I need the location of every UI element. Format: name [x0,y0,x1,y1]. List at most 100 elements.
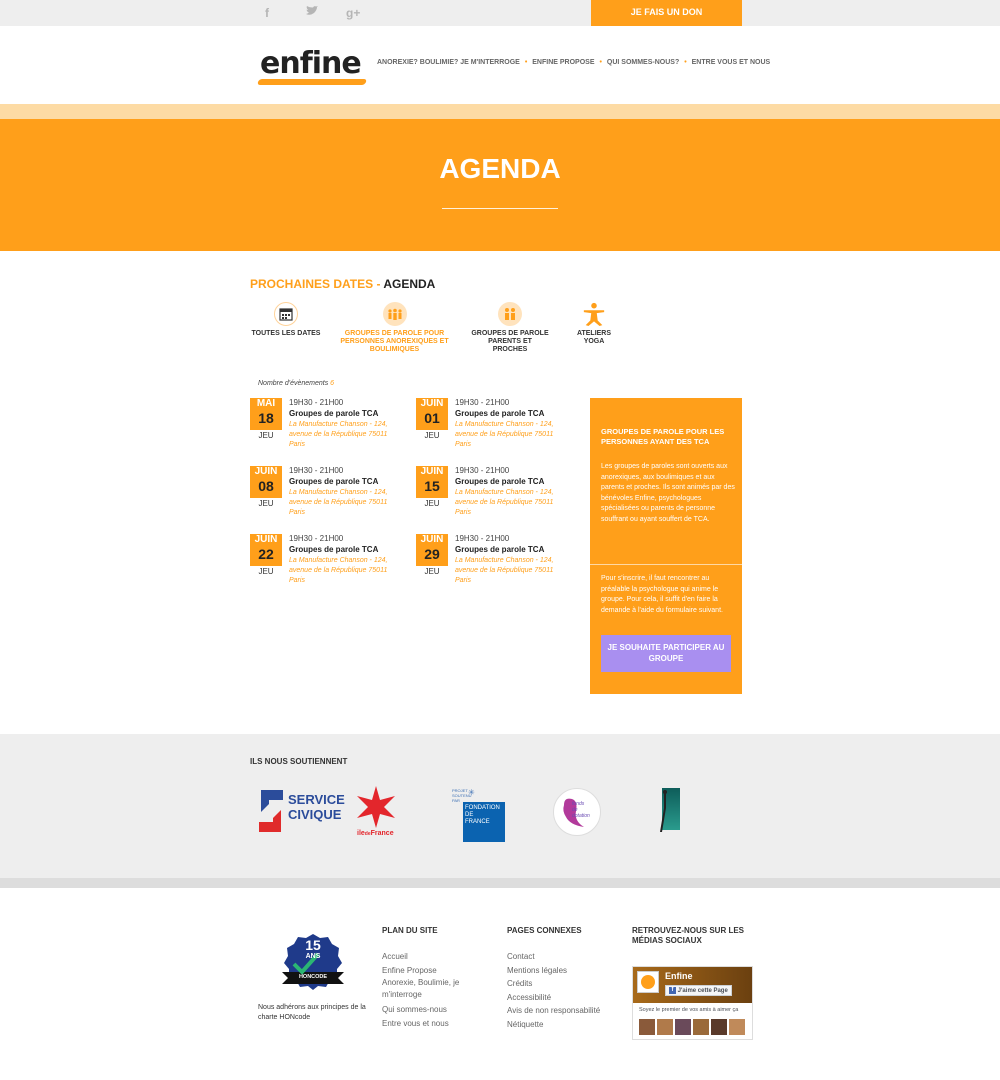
footer-link[interactable]: Accessibilité [507,991,622,1005]
nav-item-propose[interactable]: ENFINE PROPOSE [532,59,594,66]
event-date: JUIN 22 [250,534,282,566]
section-title-prefix: PROCHAINES DATES - [250,277,384,291]
service-civique-line1: SERVICE [288,792,345,807]
event-item[interactable]: JUIN 29 JEU 19H30 - 21H00 Groupes de paro… [416,534,576,594]
event-date: JUIN 15 [416,466,448,498]
section-title: PROCHAINES DATES - AGENDA [250,277,435,291]
fb-friend-faces [639,1019,745,1035]
donate-button[interactable]: JE FAIS UN DON [591,0,742,26]
filter-label: GROUPES DE PAROLE POUR PERSONNES ANOREXI… [340,330,449,353]
twitter-icon[interactable] [306,6,318,19]
event-title[interactable]: Groupes de parole TCA [455,409,544,418]
group-shape [387,308,402,320]
event-month: JUIN [420,466,444,477]
honcode-ans: ANS [305,953,321,960]
event-title[interactable]: Groupes de parole TCA [455,545,544,554]
event-item[interactable]: JUIN 08 JEU 19H30 - 21H00 Groupes de paro… [250,466,410,526]
event-title[interactable]: Groupes de parole TCA [289,545,378,554]
event-time: 19H30 - 21H00 [455,398,510,407]
service-civique-logo[interactable]: SERVICE CIVIQUE [257,788,347,834]
fb-avatar-mark [641,975,655,989]
filter-groupes-anorexiques[interactable]: GROUPES DE PAROLE POUR PERSONNES ANOREXI… [337,302,452,354]
service-civique-line2: CIVIQUE [288,807,342,822]
google-plus-icon[interactable]: g+ [346,6,360,20]
header-stripe [0,104,1000,119]
fdf-line1: FONDATION [465,805,500,811]
event-item[interactable]: JUIN 01 JEU 19H30 - 21H00 Groupes de paro… [416,398,576,458]
nav-separator: • [599,59,602,66]
event-item[interactable]: JUIN 22 JEU 19H30 - 21H00 Groupes de paro… [250,534,410,594]
partner-logo-dancer[interactable] [654,788,680,834]
fdf-line3: FRANCE [465,819,490,825]
footer-link[interactable]: Qui sommes-nous [382,1003,492,1017]
filter-label: ATELIERS YOGA [576,330,612,345]
event-item[interactable]: MAI 18 JEU 19H30 - 21H00 Groupes de parol… [250,398,410,458]
join-group-button[interactable]: JE SOUHAITE PARTICIPER AU GROUPE [601,635,731,672]
event-month: JUIN [420,398,444,409]
footer-link[interactable]: Crédits [507,977,622,991]
footer-link[interactable]: Entre vous et nous [382,1017,492,1031]
event-title[interactable]: Groupes de parole TCA [289,477,378,486]
calendar-shape [279,308,293,321]
event-location: La Manufacture Chanson - 124, avenue de … [289,421,388,448]
footer-border [0,878,1000,888]
nav-separator: • [684,59,687,66]
facebook-icon[interactable]: f [265,6,269,20]
nav-item-entre-vous[interactable]: ENTRE VOUS ET NOUS [692,59,771,66]
sidebar-divider [590,564,742,565]
fdf-box: FONDATION DE FRANCE [463,802,505,842]
group-icon [382,302,407,326]
event-day: 18 [250,410,282,427]
yoga-icon [582,302,606,326]
idf-text-france: France [370,830,394,837]
enfine-logo[interactable]: enfine [256,46,368,86]
event-title[interactable]: Groupes de parole TCA [455,477,544,486]
fb-like-button[interactable]: f J'aime cette Page [665,985,732,996]
footer-related-title: PAGES CONNEXES [507,926,582,935]
filter-yoga[interactable]: ATELIERS YOGA [568,302,620,346]
sponsors-section: ILS NOUS SOUTIENNENT SERVICE CIVIQUE ile… [0,734,1000,878]
facebook-widget[interactable]: Enfine f J'aime cette Page Soyez le prem… [632,966,753,1040]
footer-link[interactable]: Mentions légales [507,964,622,978]
event-date: JUIN 29 [416,534,448,566]
honcode-badge[interactable]: 15 ANS HONCODE [280,932,346,992]
footer-related-pages: PAGES CONNEXES Contact Mentions légales … [507,926,622,1031]
footer-link[interactable]: Anorexie, Boulimie, je m'interroge [382,977,482,1003]
honcode-label: HONCODE [298,974,328,980]
twitter-bird-shape [306,6,318,15]
footer-link[interactable]: Contact [507,950,622,964]
fonds-dotation-logo[interactable]: fonds de dotation [553,788,601,836]
event-count: Nombre d'évènements 6 [258,380,334,387]
event-weekday: JEU [258,431,274,440]
service-civique-mark [259,790,283,832]
event-location: La Manufacture Chanson - 124, avenue de … [289,489,388,516]
footer-link[interactable]: Accueil [382,950,492,964]
footer-link[interactable]: Avis de non responsabilité [507,1004,622,1018]
sidebar-description: Les groupes de paroles sont ouverts aux … [601,463,735,523]
footer-link[interactable]: Nétiquette [507,1018,622,1032]
nav-item-interroge[interactable]: ANOREXIE? BOULIMIE? JE M'INTERROGE [377,59,520,66]
event-month: JUIN [420,534,444,545]
fb-face-thumb [675,1019,691,1035]
main-nav: ANOREXIE? BOULIMIE? JE M'INTERROGE • ENFI… [377,59,772,66]
calendar-icon [274,302,298,326]
event-location: La Manufacture Chanson - 124, avenue de … [289,557,388,584]
event-title[interactable]: Groupes de parole TCA [289,409,378,418]
ile-de-france-logo[interactable]: iledeFrance [355,786,399,840]
parents-icon [498,302,522,326]
filter-all-dates[interactable]: TOUTES LES DATES [250,302,322,338]
sidebar-heading: GROUPES DE PAROLE POUR LES PERSONNES AYA… [601,427,725,446]
event-count-value: 6 [330,380,335,387]
hero-banner: AGENDA [0,119,1000,251]
event-weekday: JEU [424,431,440,440]
nav-item-qui-sommes-nous[interactable]: QUI SOMMES-NOUS? [607,59,679,66]
idf-star-shape [357,786,395,828]
filter-groupes-parents[interactable]: GROUPES DE PAROLE PARENTS ET PROCHES [470,302,550,354]
footer-link[interactable]: Enfine Propose [382,964,492,978]
fondation-de-france-logo[interactable]: PROJET SOUTENU PAR ✳ FONDATION DE FRANCE [452,788,508,844]
fb-face-thumb [693,1019,709,1035]
event-item[interactable]: JUIN 15 JEU 19H30 - 21H00 Groupes de paro… [416,466,576,526]
event-location: La Manufacture Chanson - 124, avenue de … [455,557,554,584]
fb-page-name[interactable]: Enfine [665,971,693,981]
honcode-number: 15 [305,937,321,953]
